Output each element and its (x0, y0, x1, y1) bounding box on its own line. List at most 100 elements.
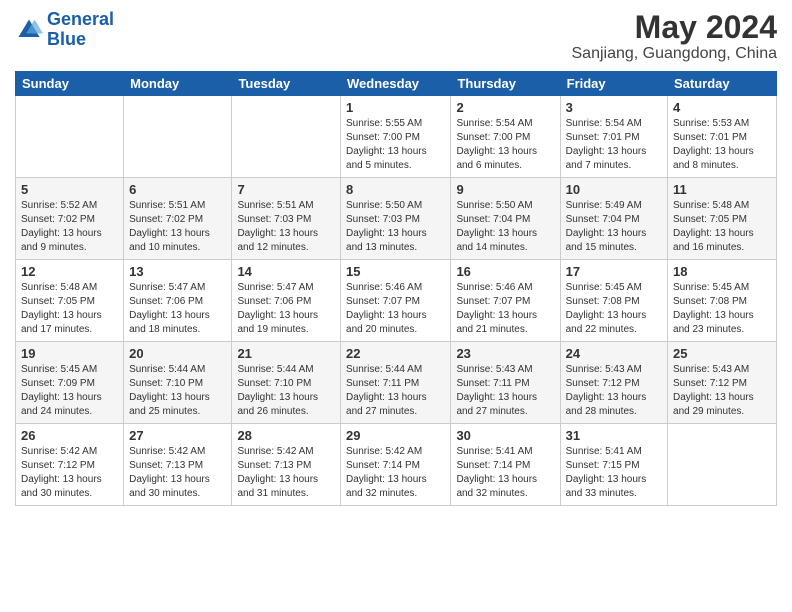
calendar-cell: 5Sunrise: 5:52 AM Sunset: 7:02 PM Daylig… (16, 178, 124, 260)
calendar-cell (232, 96, 341, 178)
calendar-cell: 15 Sunrise: 5:46 AM Sunset: 7:07 PM Dayli… (341, 260, 451, 342)
day-info: Sunrise: 5:45 AM Sunset: 7:09 PM Dayligh… (21, 363, 118, 419)
day-number: 25 (673, 346, 771, 361)
weekday-header-row: Sunday Monday Tuesday Wednesday Thursday… (16, 72, 777, 96)
day-number: 26 (21, 428, 118, 443)
day-info: Sunrise: 5:42 AM Sunset: 7:13 PM Dayligh… (237, 445, 335, 501)
calendar-cell: 7 Sunrise: 5:51 AM Sunset: 7:03 PM Daylig… (232, 178, 341, 260)
day-info: Sunrise: 5:51 AM Sunset: 7:03 PM Dayligh… (237, 199, 335, 255)
calendar-page: General Blue May 2024 Sanjiang, Guangdon… (0, 0, 792, 612)
day-number: 15 (346, 264, 445, 279)
day-info: Sunrise: 5:46 AM Sunset: 7:07 PM Dayligh… (346, 281, 445, 337)
calendar-week-5: 26 Sunrise: 5:42 AM Sunset: 7:12 PM Dayli… (16, 424, 777, 506)
day-info: Sunrise: 5:50 AM Sunset: 7:04 PM Dayligh… (456, 199, 554, 255)
day-number: 28 (237, 428, 335, 443)
header: General Blue May 2024 Sanjiang, Guangdon… (15, 10, 777, 63)
logo-icon (15, 16, 43, 44)
calendar-cell: 26 Sunrise: 5:42 AM Sunset: 7:12 PM Dayli… (16, 424, 124, 506)
month-title: May 2024 (572, 10, 778, 45)
calendar-table: Sunday Monday Tuesday Wednesday Thursday… (15, 71, 777, 506)
day-number: 13 (129, 264, 226, 279)
header-thursday: Thursday (451, 72, 560, 96)
logo-line2: Blue (47, 29, 86, 49)
calendar-cell: 19 Sunrise: 5:45 AM Sunset: 7:09 PM Dayli… (16, 342, 124, 424)
day-info: Sunrise: 5:42 AM Sunset: 7:12 PM Dayligh… (21, 445, 118, 501)
calendar-cell: 1 Sunrise: 5:55 AM Sunset: 7:00 PM Daylig… (341, 96, 451, 178)
calendar-week-4: 19 Sunrise: 5:45 AM Sunset: 7:09 PM Dayli… (16, 342, 777, 424)
day-number: 12 (21, 264, 118, 279)
day-info: Sunrise: 5:43 AM Sunset: 7:12 PM Dayligh… (673, 363, 771, 419)
day-number: 5 (21, 182, 118, 197)
day-info: Sunrise: 5:41 AM Sunset: 7:14 PM Dayligh… (456, 445, 554, 501)
header-sunday: Sunday (16, 72, 124, 96)
calendar-cell: 12 Sunrise: 5:48 AM Sunset: 7:05 PM Dayli… (16, 260, 124, 342)
calendar-week-1: 1 Sunrise: 5:55 AM Sunset: 7:00 PM Daylig… (16, 96, 777, 178)
calendar-cell: 11 Sunrise: 5:48 AM Sunset: 7:05 PM Dayli… (668, 178, 777, 260)
calendar-cell: 29Sunrise: 5:42 AM Sunset: 7:14 PM Dayli… (341, 424, 451, 506)
day-number: 29 (346, 428, 445, 443)
day-info: Sunrise: 5:53 AM Sunset: 7:01 PM Dayligh… (673, 117, 771, 173)
day-number: 14 (237, 264, 335, 279)
day-info: Sunrise: 5:43 AM Sunset: 7:12 PM Dayligh… (566, 363, 662, 419)
title-area: May 2024 Sanjiang, Guangdong, China (572, 10, 778, 63)
calendar-cell: 6 Sunrise: 5:51 AM Sunset: 7:02 PM Daylig… (124, 178, 232, 260)
calendar-cell: 28 Sunrise: 5:42 AM Sunset: 7:13 PM Dayli… (232, 424, 341, 506)
day-info: Sunrise: 5:43 AM Sunset: 7:11 PM Dayligh… (456, 363, 554, 419)
day-number: 4 (673, 100, 771, 115)
day-number: 11 (673, 182, 771, 197)
day-number: 30 (456, 428, 554, 443)
day-number: 9 (456, 182, 554, 197)
day-number: 3 (566, 100, 662, 115)
calendar-cell: 3 Sunrise: 5:54 AM Sunset: 7:01 PM Daylig… (560, 96, 667, 178)
day-number: 7 (237, 182, 335, 197)
day-info: Sunrise: 5:46 AM Sunset: 7:07 PM Dayligh… (456, 281, 554, 337)
calendar-cell: 13 Sunrise: 5:47 AM Sunset: 7:06 PM Dayli… (124, 260, 232, 342)
day-number: 17 (566, 264, 662, 279)
day-number: 1 (346, 100, 445, 115)
calendar-cell: 21Sunrise: 5:44 AM Sunset: 7:10 PM Dayli… (232, 342, 341, 424)
day-number: 31 (566, 428, 662, 443)
calendar-cell: 24 Sunrise: 5:43 AM Sunset: 7:12 PM Dayli… (560, 342, 667, 424)
logo-line1: General (47, 9, 114, 29)
header-friday: Friday (560, 72, 667, 96)
day-info: Sunrise: 5:48 AM Sunset: 7:05 PM Dayligh… (673, 199, 771, 255)
day-number: 22 (346, 346, 445, 361)
calendar-week-3: 12 Sunrise: 5:48 AM Sunset: 7:05 PM Dayli… (16, 260, 777, 342)
calendar-week-2: 5Sunrise: 5:52 AM Sunset: 7:02 PM Daylig… (16, 178, 777, 260)
calendar-cell: 27Sunrise: 5:42 AM Sunset: 7:13 PM Dayli… (124, 424, 232, 506)
day-info: Sunrise: 5:51 AM Sunset: 7:02 PM Dayligh… (129, 199, 226, 255)
day-info: Sunrise: 5:54 AM Sunset: 7:01 PM Dayligh… (566, 117, 662, 173)
logo-text: General Blue (47, 10, 114, 50)
day-info: Sunrise: 5:47 AM Sunset: 7:06 PM Dayligh… (129, 281, 226, 337)
day-number: 6 (129, 182, 226, 197)
day-number: 8 (346, 182, 445, 197)
day-number: 10 (566, 182, 662, 197)
calendar-cell: 14Sunrise: 5:47 AM Sunset: 7:06 PM Dayli… (232, 260, 341, 342)
day-number: 27 (129, 428, 226, 443)
day-info: Sunrise: 5:45 AM Sunset: 7:08 PM Dayligh… (566, 281, 662, 337)
calendar-cell: 22Sunrise: 5:44 AM Sunset: 7:11 PM Dayli… (341, 342, 451, 424)
calendar-cell: 25 Sunrise: 5:43 AM Sunset: 7:12 PM Dayli… (668, 342, 777, 424)
day-info: Sunrise: 5:45 AM Sunset: 7:08 PM Dayligh… (673, 281, 771, 337)
calendar-cell (16, 96, 124, 178)
calendar-cell: 23Sunrise: 5:43 AM Sunset: 7:11 PM Dayli… (451, 342, 560, 424)
location: Sanjiang, Guangdong, China (572, 45, 778, 63)
calendar-cell (124, 96, 232, 178)
calendar-cell: 31Sunrise: 5:41 AM Sunset: 7:15 PM Dayli… (560, 424, 667, 506)
day-number: 21 (237, 346, 335, 361)
day-number: 24 (566, 346, 662, 361)
day-number: 20 (129, 346, 226, 361)
day-number: 19 (21, 346, 118, 361)
calendar-cell: 4 Sunrise: 5:53 AM Sunset: 7:01 PM Daylig… (668, 96, 777, 178)
calendar-cell: 17 Sunrise: 5:45 AM Sunset: 7:08 PM Dayli… (560, 260, 667, 342)
day-info: Sunrise: 5:55 AM Sunset: 7:00 PM Dayligh… (346, 117, 445, 173)
day-info: Sunrise: 5:48 AM Sunset: 7:05 PM Dayligh… (21, 281, 118, 337)
day-info: Sunrise: 5:49 AM Sunset: 7:04 PM Dayligh… (566, 199, 662, 255)
header-wednesday: Wednesday (341, 72, 451, 96)
calendar-cell: 30 Sunrise: 5:41 AM Sunset: 7:14 PM Dayli… (451, 424, 560, 506)
day-info: Sunrise: 5:44 AM Sunset: 7:10 PM Dayligh… (129, 363, 226, 419)
calendar-cell: 10 Sunrise: 5:49 AM Sunset: 7:04 PM Dayli… (560, 178, 667, 260)
header-saturday: Saturday (668, 72, 777, 96)
calendar-cell: 18Sunrise: 5:45 AM Sunset: 7:08 PM Dayli… (668, 260, 777, 342)
calendar-cell: 8Sunrise: 5:50 AM Sunset: 7:03 PM Daylig… (341, 178, 451, 260)
